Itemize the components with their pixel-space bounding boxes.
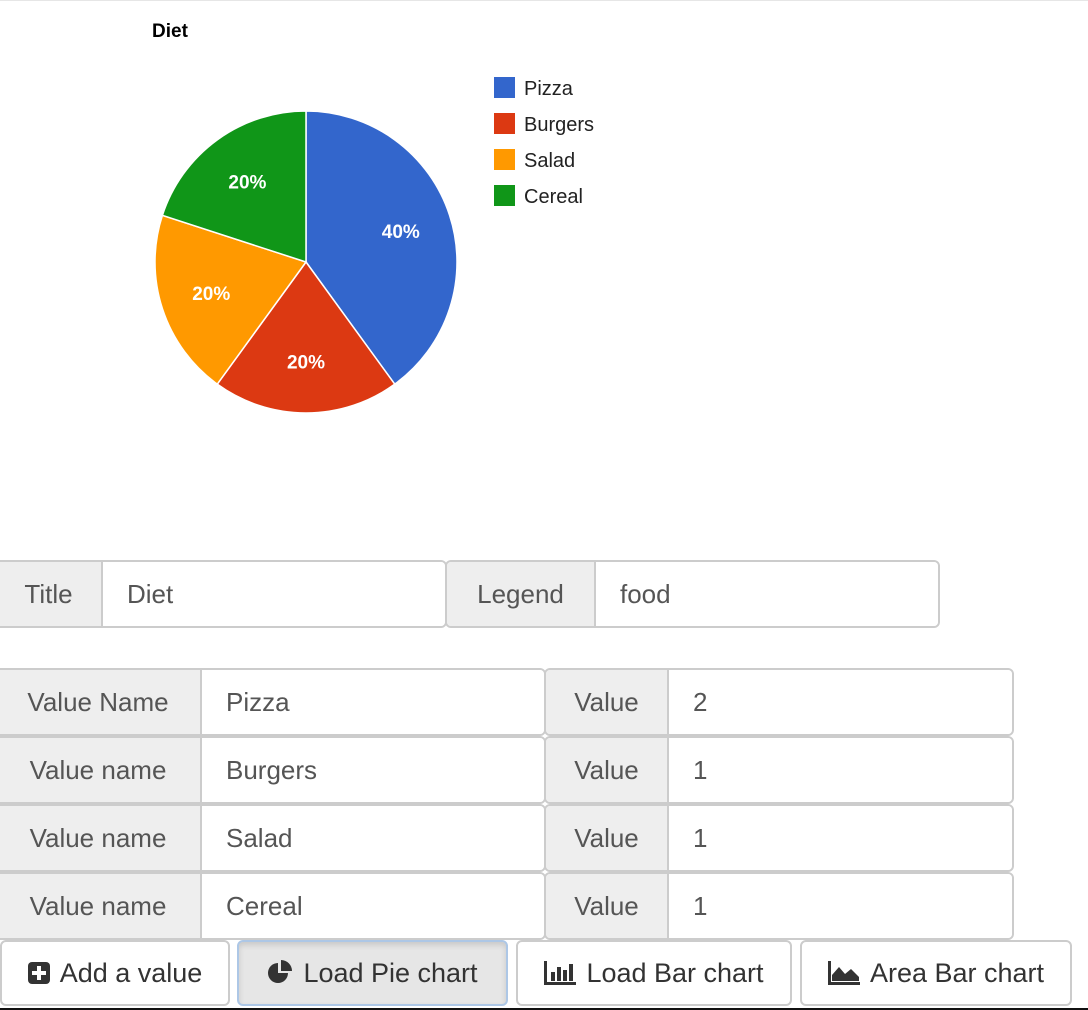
legend-swatch-burgers: [494, 113, 515, 134]
area-bar-chart-button[interactable]: Area Bar chart: [800, 940, 1072, 1006]
value-name-label: Value Name: [0, 670, 200, 734]
area-chart-icon: [827, 961, 860, 985]
value-input-group: Value 1: [544, 804, 1014, 872]
load-bar-chart-label: Load Bar chart: [586, 957, 764, 988]
legend-field[interactable]: food: [594, 562, 938, 626]
value-field[interactable]: 2: [667, 670, 1012, 734]
legend-swatch-salad: [494, 149, 515, 170]
value-name-field[interactable]: Salad: [200, 806, 544, 870]
pie-chart-icon: [268, 960, 293, 983]
value-name-field[interactable]: Cereal: [200, 874, 544, 938]
load-pie-chart-button[interactable]: Load Pie chart: [237, 940, 508, 1006]
title-input-group: Title Diet: [0, 560, 447, 628]
load-pie-chart-label: Load Pie chart: [303, 957, 478, 988]
plus-square-icon: [27, 962, 50, 984]
value-field[interactable]: 1: [667, 874, 1012, 938]
value-label: Value: [546, 806, 667, 870]
slice-label-salad: 20%: [192, 284, 230, 305]
slice-label-cereal: 20%: [228, 172, 266, 193]
pie-chart: Diet 40% 20% 20% 20% Pizza Burgers Salad Cerea…: [152, 21, 594, 414]
value-name-input-group: Value Name Pizza: [0, 668, 546, 736]
legend-swatch-pizza: [494, 77, 515, 98]
legend-label-pizza: Pizza: [524, 78, 574, 100]
chart-title: Diet: [152, 21, 189, 42]
value-field[interactable]: 1: [667, 806, 1012, 870]
value-name-input-group: Value name Salad: [0, 804, 546, 872]
area-bar-chart-label: Area Bar chart: [869, 957, 1045, 988]
value-input-group: Value 1: [544, 872, 1014, 940]
value-input-group: Value 2: [544, 668, 1014, 736]
legend-swatch-cereal: [494, 185, 515, 206]
value-label: Value: [546, 738, 667, 802]
slice-label-burgers: 20%: [287, 353, 325, 374]
value-label: Value: [546, 670, 667, 734]
value-name-label: Value name: [0, 738, 200, 802]
legend-label-burgers: Burgers: [524, 114, 594, 136]
bar-chart-icon: [544, 961, 577, 985]
value-name-input-group: Value name Burgers: [0, 736, 546, 804]
value-name-input-group: Value name Cereal: [0, 872, 546, 940]
load-bar-chart-button[interactable]: Load Bar chart: [516, 940, 792, 1006]
value-name-field[interactable]: Pizza: [200, 670, 544, 734]
value-label: Value: [546, 874, 667, 938]
slice-label-pizza: 40%: [382, 222, 420, 243]
value-name-label: Value name: [0, 874, 200, 938]
legend-input-group: Legend food: [445, 560, 940, 628]
add-value-label: Add a value: [59, 957, 203, 988]
legend-label-salad: Salad: [524, 150, 575, 172]
value-name-label: Value name: [0, 806, 200, 870]
title-label: Title: [0, 562, 101, 626]
value-name-field[interactable]: Burgers: [200, 738, 544, 802]
legend-label-cereal: Cereal: [524, 186, 583, 208]
title-field[interactable]: Diet: [101, 562, 445, 626]
value-input-group: Value 1: [544, 736, 1014, 804]
value-field[interactable]: 1: [667, 738, 1012, 802]
legend-label: Legend: [447, 562, 594, 626]
add-value-button[interactable]: Add a value: [0, 940, 230, 1006]
